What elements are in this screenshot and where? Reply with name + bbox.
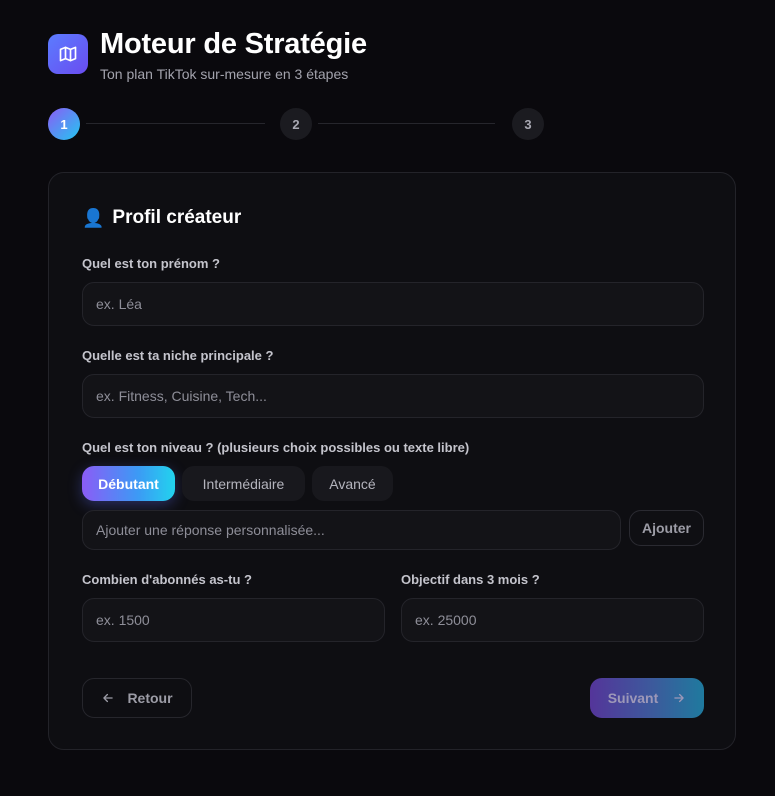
step-1[interactable]: 1 — [48, 108, 80, 140]
level-label: Quel est ton niveau ? (plusieurs choix p… — [82, 440, 470, 455]
section-title-text: Profil créateur — [112, 207, 242, 228]
back-button[interactable]: Retour — [82, 678, 192, 718]
next-button-label: Suivant — [607, 690, 659, 706]
page-title: Moteur de Stratégie — [100, 28, 367, 60]
step-3[interactable]: 3 — [512, 108, 544, 140]
level-option-avance[interactable]: Avancé — [312, 466, 393, 501]
profile-card: 👤 Profil créateur Quel est ton prénom ? … — [48, 172, 736, 750]
goal-input[interactable]: ex. 25000 — [401, 598, 704, 642]
arrow-right-icon — [672, 691, 686, 705]
page-header: Moteur de Stratégie Ton plan TikTok sur-… — [48, 28, 367, 82]
next-button[interactable]: Suivant — [590, 678, 704, 718]
back-button-label: Retour — [127, 690, 173, 706]
stepper: 1 2 3 — [48, 108, 545, 140]
first-name-label: Quel est ton prénom ? — [82, 256, 220, 271]
level-option-intermediaire[interactable]: Intermédiaire — [182, 466, 305, 501]
stepper-connector — [86, 123, 265, 124]
level-option-debutant[interactable]: Débutant — [82, 466, 175, 501]
followers-input[interactable]: ex. 1500 — [82, 598, 385, 642]
user-icon: 👤 — [82, 207, 105, 228]
page-subtitle: Ton plan TikTok sur-mesure en 3 étapes — [100, 66, 349, 82]
niche-input[interactable]: ex. Fitness, Cuisine, Tech... — [82, 374, 704, 418]
custom-level-input[interactable]: Ajouter une réponse personnalisée... — [82, 510, 621, 550]
step-2[interactable]: 2 — [280, 108, 312, 140]
niche-label: Quelle est ta niche principale ? — [82, 348, 274, 363]
first-name-input[interactable]: ex. Léa — [82, 282, 704, 326]
arrow-left-icon — [101, 691, 115, 705]
add-custom-button[interactable]: Ajouter — [629, 510, 704, 546]
followers-label: Combien d'abonnés as-tu ? — [82, 572, 252, 587]
stepper-connector — [318, 123, 495, 124]
app-logo — [48, 34, 88, 74]
map-icon — [58, 44, 78, 64]
goal-label: Objectif dans 3 mois ? — [401, 572, 540, 587]
section-title: 👤 Profil créateur — [82, 207, 241, 229]
